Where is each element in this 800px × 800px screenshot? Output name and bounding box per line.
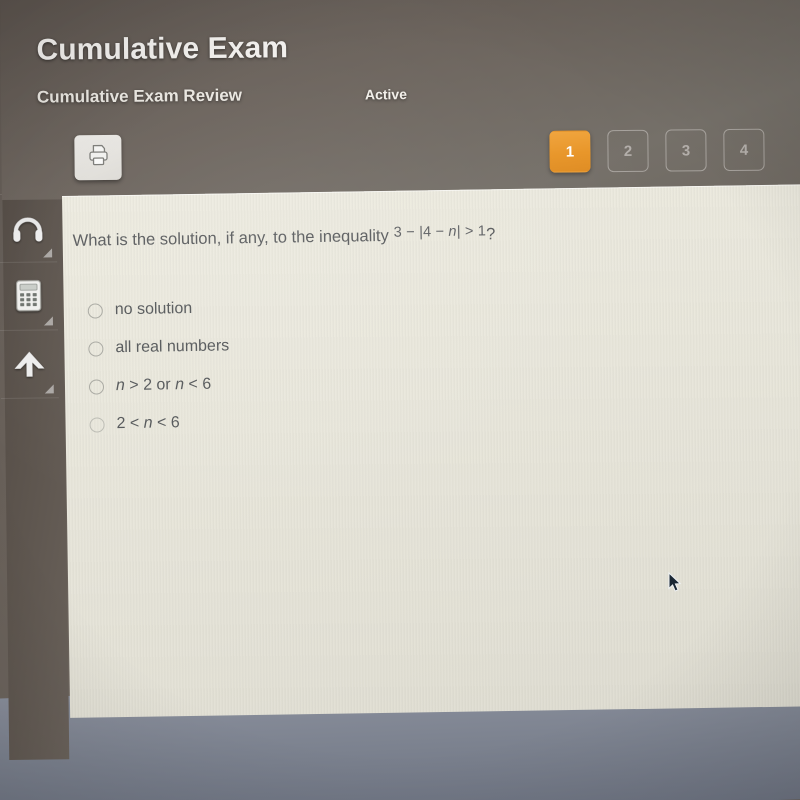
pagination: 1 2 3 4 <box>549 128 765 173</box>
question-mark: ? <box>486 225 496 244</box>
status-badge: Active <box>364 86 408 103</box>
page-title: Cumulative Exam <box>36 31 289 67</box>
expression-after: | > 1 <box>456 223 487 240</box>
expression-before: 3 − |4 − <box>393 223 449 241</box>
exam-header: Cumulative Exam Cumulative Exam Review A… <box>0 0 800 200</box>
toolbar-item-calculator[interactable] <box>0 261 59 332</box>
option-all-real-numbers[interactable]: all real numbers <box>88 327 229 367</box>
exam-screen-photo: Cumulative Exam Cumulative Exam Review A… <box>0 0 800 800</box>
exam-subtitle: Cumulative Exam Review <box>36 85 243 107</box>
option-label: all real numbers <box>115 337 230 357</box>
question-prompt: What is the solution, if any, to the ine… <box>72 223 496 251</box>
option-label: no solution <box>114 299 193 319</box>
print-icon <box>85 142 111 173</box>
page-button-1[interactable]: 1 <box>549 130 591 173</box>
radio-button[interactable] <box>89 416 105 433</box>
radio-button[interactable] <box>87 302 103 319</box>
question-panel: What is the solution, if any, to the ine… <box>62 184 800 718</box>
page-button-2[interactable]: 2 <box>607 129 649 173</box>
calculator-icon <box>12 278 44 312</box>
answer-options: no solution all real numbers n > 2 or n … <box>87 289 231 443</box>
option-2-lt-n-lt-6[interactable]: 2 < n < 6 <box>89 403 230 443</box>
option-no-solution[interactable]: no solution <box>87 289 229 329</box>
option-label: 2 < n < 6 <box>116 414 180 433</box>
page-button-4[interactable]: 4 <box>723 128 765 172</box>
question-prompt-text: What is the solution, if any, to the ine… <box>72 226 389 250</box>
option-label: n > 2 or n < 6 <box>115 375 212 395</box>
headphones-icon <box>11 210 45 244</box>
toolbar-item-submit[interactable] <box>0 329 59 400</box>
page-button-3[interactable]: 3 <box>665 129 707 172</box>
radio-button[interactable] <box>88 340 104 357</box>
option-n-gt-2-or-n-lt-6[interactable]: n > 2 or n < 6 <box>88 365 230 405</box>
radio-button[interactable] <box>88 378 105 395</box>
up-arrow-icon <box>11 346 47 380</box>
print-button[interactable] <box>74 134 122 181</box>
question-expression: 3 − |4 − n| > 1 <box>394 223 487 240</box>
toolbar-item-audio[interactable] <box>0 193 58 264</box>
